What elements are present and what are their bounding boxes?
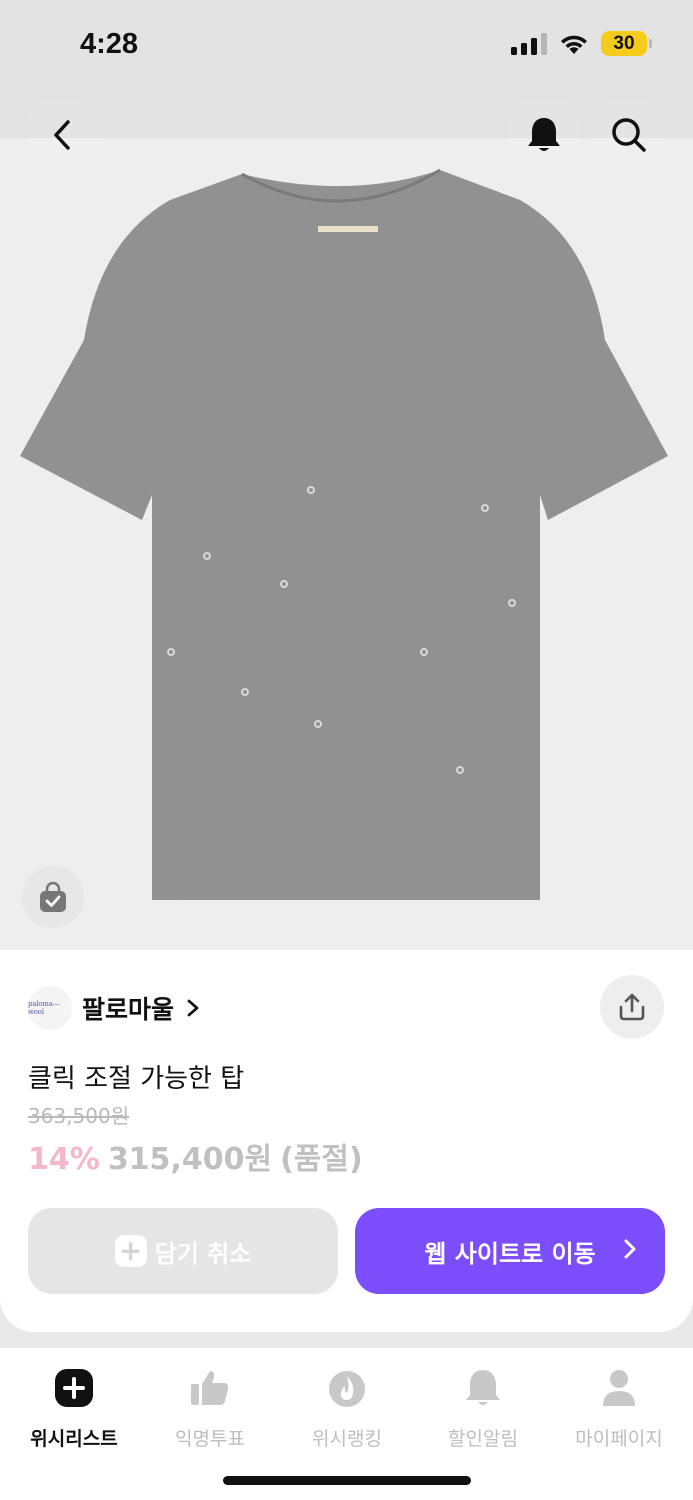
brand-name: 팔로마울 [82, 995, 175, 1024]
header-strip [0, 100, 693, 138]
person-icon [597, 1366, 641, 1410]
share-icon [619, 993, 645, 1021]
search-button[interactable] [594, 100, 664, 170]
tab-vote[interactable]: 익명투표 [141, 1366, 279, 1451]
home-indicator[interactable] [223, 1476, 471, 1485]
status-bar: 4:28 30 [0, 0, 693, 100]
chevron-right-icon [624, 1239, 636, 1259]
status-time: 4:28 [80, 28, 139, 60]
cancel-wish-button[interactable]: + 담기 취소 [28, 1208, 338, 1294]
back-button[interactable] [28, 100, 98, 170]
tab-ranking[interactable]: 위시랭킹 [278, 1366, 416, 1451]
price-row: 14% 315,400원 (품절) [28, 1134, 363, 1178]
cellular-signal-icon [511, 32, 547, 55]
go-to-website-button[interactable]: 웹 사이트로 이동 [355, 1208, 665, 1294]
tab-sale-alert[interactable]: 할인알림 [414, 1366, 552, 1451]
thumbs-up-icon [188, 1366, 232, 1410]
search-icon [612, 118, 646, 152]
cancel-wish-label: 담기 취소 [154, 1239, 252, 1268]
brand-link[interactable]: paloma—wool 팔로마울 [28, 986, 200, 1030]
stock-status: (품절) [280, 1142, 363, 1177]
chevron-left-icon [54, 120, 70, 150]
add-to-bag-button[interactable] [22, 866, 84, 928]
chevron-right-icon [187, 999, 199, 1017]
status-icons: 30 [511, 31, 652, 56]
go-to-website-label: 웹 사이트로 이동 [424, 1239, 596, 1268]
bell-icon [528, 118, 560, 151]
tab-label: 마이페이지 [575, 1428, 663, 1450]
tab-mypage[interactable]: 마이페이지 [550, 1366, 688, 1451]
share-button[interactable] [600, 975, 664, 1039]
notification-button[interactable] [509, 100, 579, 170]
tab-label: 익명투표 [175, 1428, 245, 1450]
tab-label: 할인알림 [448, 1428, 518, 1450]
discount-rate: 14% [28, 1142, 100, 1177]
battery-indicator: 30 [601, 31, 652, 56]
plus-square-icon [52, 1366, 96, 1410]
wifi-icon [561, 35, 587, 54]
tab-label: 위시리스트 [30, 1428, 118, 1450]
original-price: 363,500원 [28, 1104, 130, 1128]
product-info-card: paloma—wool 팔로마울 클릭 조절 가능한 탑 363,500원 14… [0, 950, 693, 1332]
product-title: 클릭 조절 가능한 탑 [28, 1064, 245, 1094]
brand-logo: paloma—wool [28, 986, 72, 1030]
plus-icon: + [114, 1235, 147, 1267]
sale-price: 315,400원 [107, 1142, 273, 1177]
shopping-bag-check-icon [40, 881, 66, 912]
flame-icon [325, 1366, 369, 1410]
tab-wishlist[interactable]: 위시리스트 [5, 1366, 143, 1451]
tshirt-image [20, 168, 668, 900]
product-image[interactable] [0, 100, 693, 990]
bell-icon [461, 1366, 505, 1410]
tab-label: 위시랭킹 [312, 1428, 382, 1450]
